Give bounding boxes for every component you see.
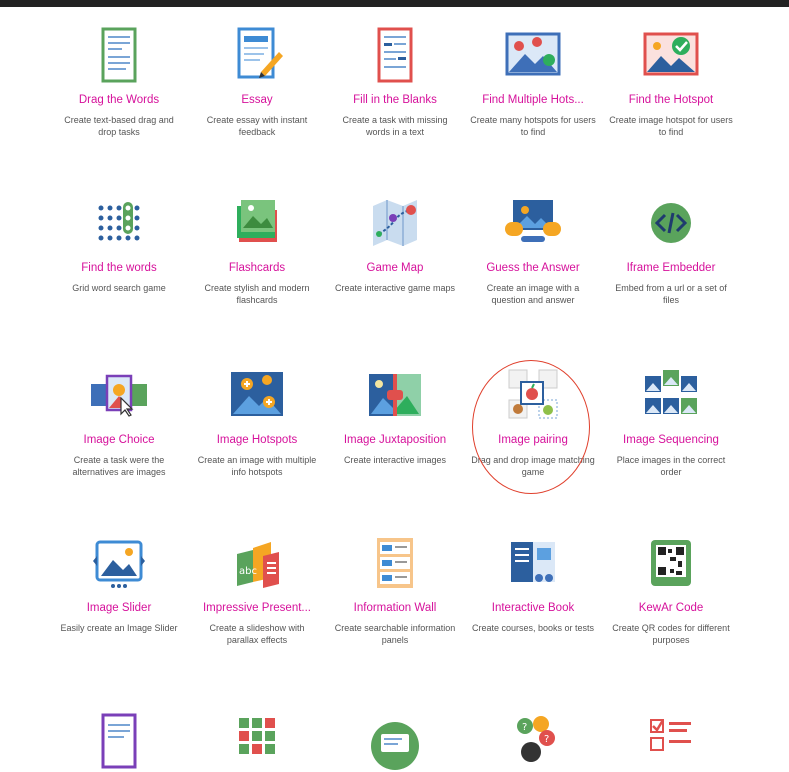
tile-title: Flashcards	[228, 262, 286, 274]
image-hotspots-icon	[188, 364, 326, 426]
tile-image-pairing[interactable]: Image pairing Drag and drop image matchi…	[464, 364, 602, 478]
image-pairing-icon	[464, 364, 602, 426]
search-panel-icon	[326, 710, 464, 772]
tile-row5-item-4[interactable]: ??	[464, 710, 602, 772]
tile-title: Image Slider	[86, 602, 152, 614]
tile-iframe-embedder[interactable]: Iframe Embedder Embed from a url or a se…	[602, 192, 740, 306]
tile-title: Image Hotspots	[216, 434, 298, 446]
tile-title: Guess the Answer	[486, 262, 580, 274]
tile-title: Find the Hotspot	[628, 94, 714, 106]
tile-title: Image Choice	[83, 434, 155, 446]
top-border	[0, 0, 789, 7]
flashcards-icon	[188, 192, 326, 254]
svg-text:?: ?	[544, 734, 549, 745]
tile-title: Fill in the Blanks	[353, 94, 437, 106]
tile-title: Image Juxtaposition	[343, 434, 447, 446]
presentation-icon: abc	[188, 532, 326, 594]
tile-description: Create image hotspot for users to find	[609, 115, 733, 137]
tile-interactive-book[interactable]: Interactive Book Create courses, books o…	[464, 532, 602, 634]
tile-title: Iframe Embedder	[626, 262, 716, 274]
tile-description: Place images in the correct order	[616, 455, 726, 477]
tile-guess-the-answer[interactable]: Guess the Answer Create an image with a …	[464, 192, 602, 306]
code-icon	[602, 192, 740, 254]
drag-words-icon	[50, 24, 188, 86]
tile-fill-in-the-blanks[interactable]: Fill in the Blanks Create a task with mi…	[326, 24, 464, 138]
tile-title: Drag the Words	[78, 94, 160, 106]
tile-description: Grid word search game	[72, 283, 166, 293]
checklist-icon	[602, 710, 740, 772]
tile-row5-item-2[interactable]	[188, 710, 326, 772]
memory-grid-icon	[188, 710, 326, 772]
tile-image-sequencing[interactable]: Image Sequencing Place images in the cor…	[602, 364, 740, 478]
tile-game-map[interactable]: Game Map Create interactive game maps	[326, 192, 464, 294]
tile-description: Create QR codes for different purposes	[612, 623, 730, 645]
tile-description: Create an image with a question and answ…	[486, 283, 580, 305]
tile-title: Image pairing	[498, 434, 568, 446]
tile-description: Create interactive images	[343, 455, 447, 465]
document-icon	[50, 710, 188, 772]
book-icon	[464, 532, 602, 594]
tile-kewar-code[interactable]: KewAr Code Create QR codes for different…	[602, 532, 740, 646]
guess-answer-icon	[464, 192, 602, 254]
tile-image-hotspots[interactable]: Image Hotspots Create an image with mult…	[188, 364, 326, 478]
tile-description: Create courses, books or tests	[471, 623, 595, 633]
tile-essay[interactable]: Essay Create essay with instant feedback	[188, 24, 326, 138]
tile-flashcards[interactable]: Flashcards Create stylish and modern fla…	[188, 192, 326, 306]
tile-title: Find the words	[81, 262, 157, 274]
tile-title: Essay	[241, 94, 273, 106]
tile-description: Create many hotspots for users to find	[470, 115, 596, 137]
tile-title: Interactive Book	[491, 602, 575, 614]
svg-text:abc: abc	[239, 566, 257, 577]
tile-description: Create a task with missing words in a te…	[342, 115, 448, 137]
tile-image-choice[interactable]: Image Choice Create a task were the alte…	[50, 364, 188, 478]
tile-description: Create a slideshow with parallax effects	[209, 623, 305, 645]
word-search-icon	[50, 192, 188, 254]
tile-information-wall[interactable]: Information Wall Create searchable infor…	[326, 532, 464, 646]
tile-impressive-presentation[interactable]: abc Impressive Present... Create a slide…	[188, 532, 326, 646]
tile-find-multiple-hotspots[interactable]: Find Multiple Hots... Create many hotspo…	[464, 24, 602, 138]
tile-description: Create an image with multiple info hotsp…	[197, 455, 317, 477]
tile-title: Find Multiple Hots...	[482, 94, 584, 106]
game-map-icon	[326, 192, 464, 254]
hotspot-icon	[602, 24, 740, 86]
qr-code-icon	[602, 532, 740, 594]
tile-title: Game Map	[366, 262, 424, 274]
tile-description: Drag and drop image matching game	[471, 455, 595, 477]
tile-title: KewAr Code	[638, 602, 704, 614]
tile-find-the-words[interactable]: Find the words Grid word search game	[50, 192, 188, 294]
tile-description: Create searchable information panels	[334, 623, 456, 645]
tile-description: Easily create an Image Slider	[60, 623, 178, 633]
svg-text:?: ?	[522, 722, 527, 733]
image-slider-icon	[50, 532, 188, 594]
tile-description: Create essay with instant feedback	[206, 115, 308, 137]
tile-image-slider[interactable]: Image Slider Easily create an Image Slid…	[50, 532, 188, 634]
tile-description: Create stylish and modern flashcards	[204, 283, 310, 305]
tile-drag-the-words[interactable]: Drag the Words Create text-based drag an…	[50, 24, 188, 138]
tile-row5-item-3[interactable]	[326, 710, 464, 772]
multiple-hotspots-icon	[464, 24, 602, 86]
image-choice-icon	[50, 364, 188, 426]
tile-title: Information Wall	[353, 602, 437, 614]
tile-title: Impressive Present...	[202, 602, 311, 614]
tile-description: Embed from a url or a set of files	[615, 283, 727, 305]
juxtaposition-icon	[326, 364, 464, 426]
information-wall-icon	[326, 532, 464, 594]
tile-description: Create text-based drag and drop tasks	[64, 115, 174, 137]
tile-image-juxtaposition[interactable]: Image Juxtaposition Create interactive i…	[326, 364, 464, 466]
image-sequencing-icon	[602, 364, 740, 426]
fill-blanks-icon	[326, 24, 464, 86]
tile-description: Create a task were the alternatives are …	[72, 455, 166, 477]
tile-row5-item-5[interactable]	[602, 710, 740, 772]
questions-icon: ??	[464, 710, 602, 772]
tile-description: Create interactive game maps	[334, 283, 456, 293]
tile-title: Image Sequencing	[623, 434, 719, 446]
essay-icon	[188, 24, 326, 86]
tile-find-the-hotspot[interactable]: Find the Hotspot Create image hotspot fo…	[602, 24, 740, 138]
tile-row5-item-1[interactable]	[50, 710, 188, 772]
